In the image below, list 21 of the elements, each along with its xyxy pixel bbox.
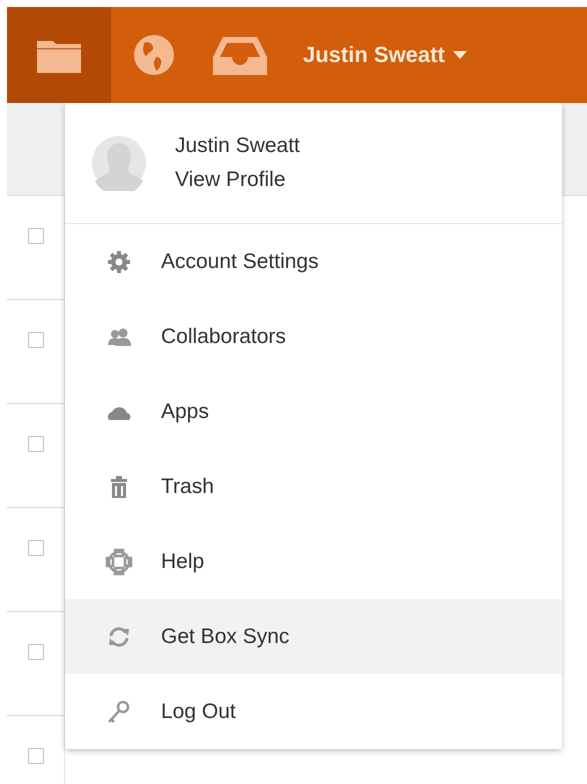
nav-tab[interactable] bbox=[7, 7, 111, 103]
menu-item[interactable]: Apps bbox=[65, 374, 562, 449]
lifebuoy-icon bbox=[105, 548, 133, 576]
row-checkbox[interactable] bbox=[28, 644, 44, 660]
row-checkbox[interactable] bbox=[28, 332, 44, 348]
row-checkbox[interactable] bbox=[28, 540, 44, 556]
menu-item[interactable]: Help bbox=[65, 524, 562, 599]
menu-item[interactable]: Trash bbox=[65, 449, 562, 524]
inbox-icon bbox=[213, 35, 267, 75]
row-checkbox[interactable] bbox=[28, 228, 44, 244]
menu-item[interactable]: Collaborators bbox=[65, 299, 562, 374]
menu-item[interactable]: Account Settings bbox=[65, 224, 562, 299]
view-profile-link[interactable]: View Profile bbox=[175, 168, 300, 192]
menu-item[interactable]: Get Box Sync bbox=[65, 599, 562, 674]
globe-icon bbox=[132, 33, 176, 77]
caret-icon bbox=[452, 51, 467, 59]
menu-item[interactable]: Log Out bbox=[65, 674, 562, 749]
avatar-icon bbox=[91, 135, 147, 191]
row-checkbox[interactable] bbox=[28, 748, 44, 764]
profile-name: Justin Sweatt bbox=[175, 134, 300, 158]
row-checkbox[interactable] bbox=[28, 436, 44, 452]
